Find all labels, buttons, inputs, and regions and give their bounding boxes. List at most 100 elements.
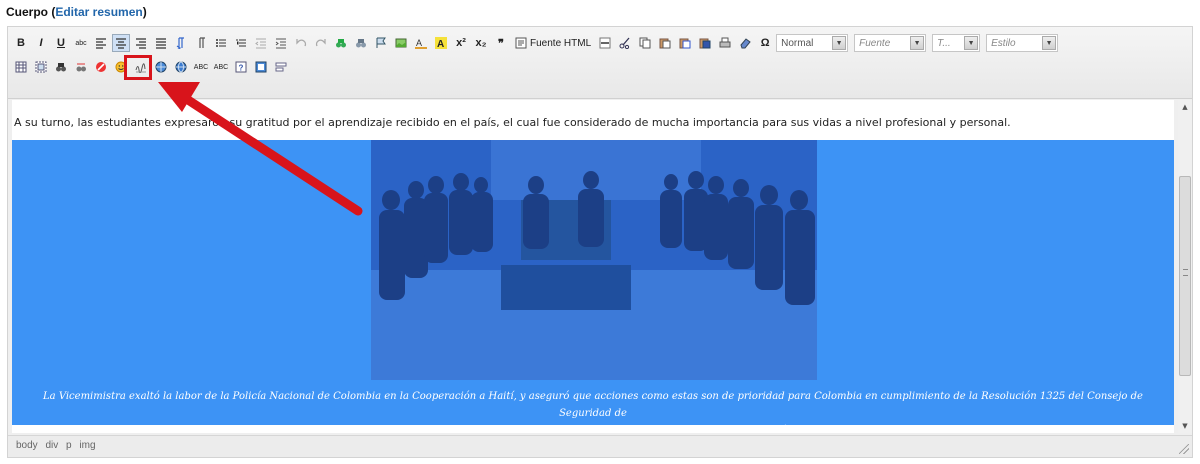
binoculars-replace-icon xyxy=(356,39,366,48)
path-img[interactable]: img xyxy=(79,440,95,451)
ltr-icon xyxy=(176,37,184,49)
paste-word-button[interactable] xyxy=(696,34,714,52)
format-combo[interactable]: Normal ▼ xyxy=(776,34,849,52)
text-color-icon: A xyxy=(415,38,427,49)
scroll-up-arrow-icon[interactable]: ▲ xyxy=(1178,100,1192,114)
align-left-icon xyxy=(96,38,106,49)
caption-line-1: La Vicemimistra exaltó la labor de la Po… xyxy=(43,391,1143,419)
horizontal-rule-icon xyxy=(599,37,611,49)
background-color-icon: A xyxy=(435,37,447,49)
select-all-icon xyxy=(35,61,47,73)
scrollbar-thumb[interactable] xyxy=(1179,176,1191,376)
no-entry-icon xyxy=(96,62,106,72)
scissors-icon xyxy=(619,37,630,49)
editor-toolbar: B I U abc A A x² x₂ ❞ Fuente HTML Ω Norm… xyxy=(8,27,1192,99)
binoculars-icon xyxy=(336,39,346,48)
ltr-button[interactable] xyxy=(172,34,190,52)
bold-button[interactable]: B xyxy=(12,34,30,52)
show-blocks-button[interactable] xyxy=(272,58,290,76)
outdent-button[interactable] xyxy=(252,34,270,52)
numbered-list-button[interactable] xyxy=(232,34,250,52)
redo-button[interactable] xyxy=(312,34,330,52)
path-div[interactable]: div xyxy=(45,440,58,451)
replace-button[interactable] xyxy=(352,34,370,52)
image-button[interactable] xyxy=(392,34,410,52)
link-button[interactable] xyxy=(172,58,190,76)
source-html-label: Fuente HTML xyxy=(530,37,592,49)
globe-spell-icon xyxy=(155,61,167,73)
remove-format-button[interactable] xyxy=(736,34,754,52)
toolbar-row-2: ABC ABC ? xyxy=(12,56,292,78)
background-color-button[interactable]: A xyxy=(432,34,450,52)
style-combo[interactable]: Estilo ▼ xyxy=(986,34,1059,52)
size-combo[interactable]: T... ▼ xyxy=(932,34,981,52)
rtl-button[interactable] xyxy=(192,34,210,52)
undo-button[interactable] xyxy=(292,34,310,52)
spell-abc-dropdown-button[interactable]: ABC xyxy=(212,58,230,76)
paste-text-button[interactable] xyxy=(676,34,694,52)
strikethrough-button[interactable]: abc xyxy=(72,34,90,52)
paste-button[interactable] xyxy=(656,34,674,52)
chevron-down-icon: ▼ xyxy=(964,36,979,50)
copy-button[interactable] xyxy=(636,34,654,52)
edit-summary-link[interactable]: Editar resumen xyxy=(55,5,142,19)
align-center-button[interactable] xyxy=(112,34,130,52)
select-all-button[interactable] xyxy=(32,58,50,76)
scroll-down-arrow-icon[interactable]: ▼ xyxy=(1178,419,1192,433)
numbered-list-icon xyxy=(236,39,246,47)
field-label-text: Cuerpo xyxy=(6,5,48,19)
source-html-button[interactable]: Fuente HTML xyxy=(512,34,594,52)
spellcheck-button[interactable] xyxy=(152,58,170,76)
underline-button[interactable]: U xyxy=(52,34,70,52)
paste-icon xyxy=(659,38,671,49)
table-button[interactable] xyxy=(12,58,30,76)
paragraph-text: A su turno, las estudiantes expresaron s… xyxy=(14,116,1011,129)
replace-text-button[interactable] xyxy=(72,58,90,76)
toolbar-row-1: B I U abc A A x² x₂ ❞ Fuente HTML Ω Norm… xyxy=(12,32,1064,54)
rich-text-editor: B I U abc A A x² x₂ ❞ Fuente HTML Ω Norm… xyxy=(7,26,1193,458)
align-right-icon xyxy=(136,38,146,49)
find-button[interactable] xyxy=(332,34,350,52)
svg-text:A: A xyxy=(437,39,444,49)
rtl-icon xyxy=(199,37,205,48)
resize-grip-icon[interactable] xyxy=(1179,444,1189,454)
selected-photo[interactable] xyxy=(371,140,817,380)
indent-icon xyxy=(275,38,286,49)
svg-text:?: ? xyxy=(239,64,244,73)
find-replace-button[interactable] xyxy=(52,58,70,76)
copy-icon xyxy=(639,37,651,49)
special-char-button[interactable]: Ω xyxy=(756,34,774,52)
justify-button[interactable] xyxy=(152,34,170,52)
justify-icon xyxy=(156,38,166,49)
indent-button[interactable] xyxy=(272,34,290,52)
show-blocks-icon xyxy=(275,62,287,72)
subscript-button[interactable]: x₂ xyxy=(472,34,490,52)
print-button[interactable] xyxy=(716,34,734,52)
help-button[interactable]: ? xyxy=(232,58,250,76)
anchor-button[interactable] xyxy=(372,34,390,52)
maximize-button[interactable] xyxy=(252,58,270,76)
blockquote-button[interactable]: ❞ xyxy=(492,34,510,52)
editor-scrollbar[interactable]: ▲ ▼ xyxy=(1178,100,1192,433)
font-combo[interactable]: Fuente ▼ xyxy=(854,34,927,52)
chevron-down-icon: ▼ xyxy=(910,36,925,50)
align-left-button[interactable] xyxy=(92,34,110,52)
italic-button[interactable]: I xyxy=(32,34,50,52)
superscript-button[interactable]: x² xyxy=(452,34,470,52)
image-caption: La Vicemimistra exaltó la labor de la Po… xyxy=(12,388,1174,433)
text-color-button[interactable]: A xyxy=(412,34,430,52)
spell-abc-label: ABC xyxy=(193,63,209,71)
editor-content-area[interactable]: — — — — — — — — — — — — — — — — — — — — … xyxy=(12,100,1174,433)
spell-abc-button[interactable]: ABC xyxy=(192,58,210,76)
path-p[interactable]: p xyxy=(66,440,72,451)
cut-button[interactable] xyxy=(616,34,634,52)
horizontal-rule-button[interactable] xyxy=(596,34,614,52)
path-body[interactable]: body xyxy=(16,440,38,451)
style-combo-value: Estilo xyxy=(991,37,1016,49)
chevron-down-icon: ▼ xyxy=(1042,36,1057,50)
caption-line-2: las Naciones Unidas sobre la Mujer, la p… xyxy=(395,425,791,433)
bulleted-list-button[interactable] xyxy=(212,34,230,52)
unlink-button[interactable] xyxy=(92,58,110,76)
align-right-button[interactable] xyxy=(132,34,150,52)
undo-icon xyxy=(296,39,307,47)
